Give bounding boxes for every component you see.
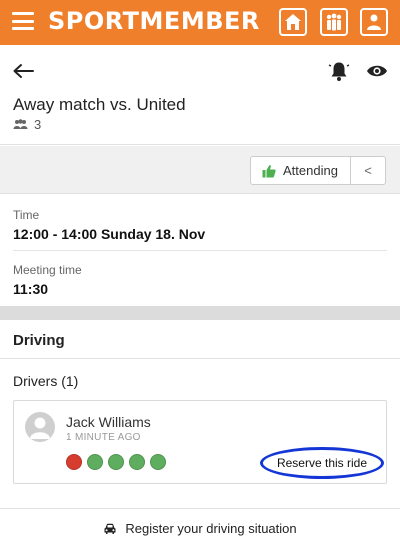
thumbs-up-icon xyxy=(262,164,276,177)
seat-available xyxy=(87,454,103,470)
seat-taken xyxy=(66,454,82,470)
meeting-time-label: Meeting time xyxy=(13,263,82,277)
eye-icon[interactable] xyxy=(366,62,388,80)
collapse-button[interactable]: < xyxy=(351,156,386,185)
driving-heading: Driving xyxy=(13,332,65,349)
time-info: Time 12:00 - 14:00 Sunday 18. Nov xyxy=(13,208,387,242)
driver-timestamp: 1 MINUTE AGO xyxy=(66,432,141,443)
seat-available xyxy=(150,454,166,470)
seat-available xyxy=(108,454,124,470)
register-driving-label: Register your driving situation xyxy=(125,521,297,536)
profile-icon[interactable] xyxy=(360,8,388,36)
seat-indicators xyxy=(66,454,166,470)
driver-card: Jack Williams 1 MINUTE AGO Reserve this … xyxy=(13,400,387,484)
car-icon xyxy=(104,523,116,534)
menu-icon[interactable] xyxy=(12,12,34,30)
driver-name: Jack Williams xyxy=(66,414,151,430)
bell-icon[interactable] xyxy=(328,60,350,82)
meeting-time-value: 11:30 xyxy=(13,281,49,297)
attendance-bar: Attending < xyxy=(0,146,400,194)
time-label: Time xyxy=(13,208,40,222)
register-driving-button[interactable]: Register your driving situation xyxy=(0,508,400,548)
avatar xyxy=(25,412,55,442)
meeting-time-info: Meeting time 11:30 xyxy=(13,263,387,297)
top-bar: SPORTMEMBER xyxy=(0,0,400,45)
event-title: Away match vs. United xyxy=(13,95,186,114)
reserve-ride-button[interactable]: Reserve this ride xyxy=(260,447,384,479)
participant-count-value: 3 xyxy=(34,117,42,132)
people-icon xyxy=(13,119,28,129)
app-logo: SPORTMEMBER xyxy=(48,7,260,35)
team-icon[interactable] xyxy=(320,8,348,36)
back-arrow-icon[interactable] xyxy=(12,63,34,79)
drivers-heading: Drivers (1) xyxy=(13,373,79,389)
time-value: 12:00 - 14:00 Sunday 18. Nov xyxy=(13,226,206,242)
home-icon[interactable] xyxy=(279,8,307,36)
user-avatar-icon xyxy=(30,417,50,439)
divider xyxy=(13,250,387,251)
section-separator xyxy=(0,306,400,320)
seat-available xyxy=(129,454,145,470)
event-header: Away match vs. United 3 xyxy=(0,45,400,145)
attending-button[interactable]: Attending xyxy=(250,156,351,185)
participant-count: 3 xyxy=(13,117,41,132)
divider xyxy=(0,358,400,359)
attending-label: Attending xyxy=(283,163,338,178)
